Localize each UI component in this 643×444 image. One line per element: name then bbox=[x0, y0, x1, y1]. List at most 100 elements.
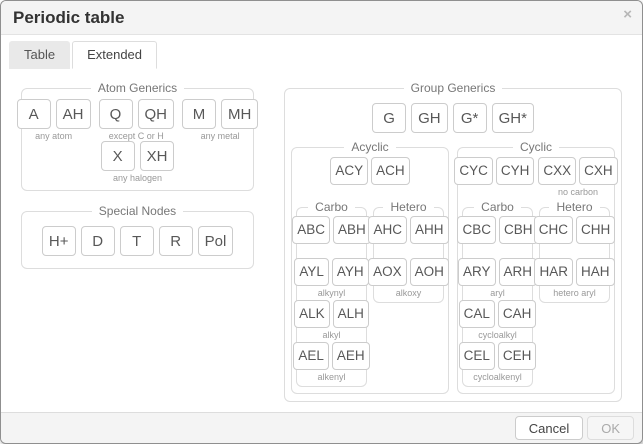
pair-label-alkynyl: alkynyl bbox=[318, 288, 346, 298]
button-arh[interactable]: ARH bbox=[499, 258, 538, 286]
button-gh[interactable]: GH bbox=[411, 103, 448, 133]
button-acy[interactable]: ACY bbox=[330, 157, 368, 185]
cyclic-hetero-legend: Hetero bbox=[549, 200, 599, 214]
cyclic-hetero-stack: CHC CHH HAR HAH bbox=[543, 216, 606, 298]
pair-alkynyl: AYL AYH alkynyl bbox=[294, 258, 368, 298]
tab-bar: Table Extended bbox=[1, 35, 642, 69]
button-hah[interactable]: HAH bbox=[576, 258, 615, 286]
button-r[interactable]: R bbox=[159, 226, 193, 256]
button-cxh[interactable]: CXH bbox=[579, 157, 618, 185]
cyclic-top-row: CYC CYH CXX CXH no carbon bbox=[462, 157, 610, 197]
button-ceh[interactable]: CEH bbox=[498, 342, 537, 370]
pair-any-halogen: X XH any halogen bbox=[101, 141, 175, 183]
button-abc[interactable]: ABC bbox=[292, 216, 330, 244]
tab-extended[interactable]: Extended bbox=[72, 41, 157, 69]
pair-cycloalkenyl: CEL CEH cycloalkenyl bbox=[459, 342, 537, 382]
button-xh[interactable]: XH bbox=[140, 141, 175, 171]
pair-label-any-metal: any metal bbox=[201, 131, 240, 141]
group-generics-legend: Group Generics bbox=[404, 81, 503, 95]
button-alh[interactable]: ALH bbox=[333, 300, 369, 328]
button-aeh[interactable]: AEH bbox=[332, 342, 370, 370]
acyclic-carbo-fieldset: Carbo ABC ABH bbox=[296, 200, 367, 387]
cyclic-carbo-stack: CBC CBH ARY ARH bbox=[466, 216, 529, 382]
pair-label-except-c-or-h: except C or H bbox=[109, 131, 164, 141]
pair-label-alkoxy: alkoxy bbox=[396, 288, 422, 298]
right-column: Group Generics G GH G* GH* Acyclic ACY bbox=[284, 81, 622, 402]
button-x[interactable]: X bbox=[101, 141, 135, 171]
pair-label-any-atom: any atom bbox=[35, 131, 72, 141]
button-m[interactable]: M bbox=[182, 99, 216, 129]
button-mh[interactable]: MH bbox=[221, 99, 258, 129]
button-cbh[interactable]: CBH bbox=[499, 216, 538, 244]
button-q[interactable]: Q bbox=[99, 99, 133, 129]
cancel-button[interactable]: Cancel bbox=[515, 416, 583, 440]
button-ah[interactable]: AH bbox=[56, 99, 91, 129]
button-ary[interactable]: ARY bbox=[458, 258, 496, 286]
pair-label-alkenyl: alkenyl bbox=[318, 372, 346, 382]
acyclic-legend: Acyclic bbox=[344, 140, 395, 154]
button-cel[interactable]: CEL bbox=[459, 342, 495, 370]
dialog-title: Periodic table bbox=[13, 8, 124, 27]
atom-generics-fieldset: Atom Generics A AH any atom Q QH bbox=[21, 81, 254, 191]
pair-label-any-halogen: any halogen bbox=[113, 173, 162, 183]
button-aox[interactable]: AOX bbox=[368, 258, 407, 286]
cyclic-hetero-fieldset: Hetero CHC CHH bbox=[539, 200, 610, 303]
button-g-star[interactable]: G* bbox=[453, 103, 487, 133]
button-d[interactable]: D bbox=[81, 226, 115, 256]
button-pol[interactable]: Pol bbox=[198, 226, 234, 256]
pair-acy: ACY ACH bbox=[330, 157, 409, 197]
button-t[interactable]: T bbox=[120, 226, 154, 256]
pair-label-aryl: aryl bbox=[490, 288, 505, 298]
button-cal[interactable]: CAL bbox=[459, 300, 495, 328]
button-aoh[interactable]: AOH bbox=[410, 258, 449, 286]
button-chh[interactable]: CHH bbox=[576, 216, 615, 244]
button-ahc[interactable]: AHC bbox=[368, 216, 407, 244]
cyclic-carbo-fieldset: Carbo CBC CBH bbox=[462, 200, 533, 387]
pair-no-carbon: CXX CXH no carbon bbox=[538, 157, 617, 197]
button-har[interactable]: HAR bbox=[534, 258, 573, 286]
button-ayl[interactable]: AYL bbox=[294, 258, 329, 286]
button-gh-star[interactable]: GH* bbox=[492, 103, 534, 133]
close-icon[interactable]: × bbox=[623, 6, 632, 23]
button-cbc[interactable]: CBC bbox=[457, 216, 496, 244]
tab-table[interactable]: Table bbox=[9, 41, 70, 69]
pair-label-hetero-aryl: hetero aryl bbox=[553, 288, 596, 298]
button-a[interactable]: A bbox=[17, 99, 51, 129]
group-generics-columns: Acyclic ACY ACH bbox=[291, 140, 615, 394]
pair-alkenyl: AEL AEH alkenyl bbox=[293, 342, 369, 382]
atom-generics-row-1: A AH any atom Q QH except C or H bbox=[28, 99, 247, 141]
button-qh[interactable]: QH bbox=[138, 99, 175, 129]
ok-button[interactable]: OK bbox=[587, 416, 634, 440]
special-nodes-legend: Special Nodes bbox=[92, 204, 183, 218]
special-nodes-fieldset: Special Nodes H+ D T R Pol bbox=[21, 204, 254, 269]
acyclic-subcolumns: Carbo ABC ABH bbox=[296, 200, 444, 387]
pair-cyc: CYC CYH bbox=[454, 157, 534, 197]
button-ael[interactable]: AEL bbox=[293, 342, 329, 370]
button-ach[interactable]: ACH bbox=[371, 157, 410, 185]
button-cyc[interactable]: CYC bbox=[454, 157, 493, 185]
acyclic-hetero-fieldset: Hetero AHC AHH bbox=[373, 200, 444, 303]
button-cah[interactable]: CAH bbox=[498, 300, 537, 328]
pair-abc: ABC ABH bbox=[292, 216, 371, 256]
button-alk[interactable]: ALK bbox=[294, 300, 330, 328]
pair-any-atom: A AH any atom bbox=[17, 99, 91, 141]
acyclic-hetero-stack: AHC AHH AOX AOH bbox=[377, 216, 440, 298]
button-abh[interactable]: ABH bbox=[333, 216, 371, 244]
button-g[interactable]: G bbox=[372, 103, 406, 133]
periodic-table-dialog: Periodic table × Table Extended Atom Gen… bbox=[0, 0, 643, 444]
dialog-header: Periodic table × bbox=[1, 1, 642, 35]
left-column: Atom Generics A AH any atom Q QH bbox=[21, 81, 254, 269]
button-ayh[interactable]: AYH bbox=[332, 258, 369, 286]
acyclic-carbo-legend: Carbo bbox=[308, 200, 355, 214]
cyclic-subcolumns: Carbo CBC CBH bbox=[462, 200, 610, 387]
button-ahh[interactable]: AHH bbox=[410, 216, 449, 244]
dialog-content: Atom Generics A AH any atom Q QH bbox=[1, 69, 642, 412]
button-cxx[interactable]: CXX bbox=[538, 157, 576, 185]
button-cyh[interactable]: CYH bbox=[496, 157, 535, 185]
pair-aryl: ARY ARH aryl bbox=[458, 258, 537, 298]
cyclic-fieldset: Cyclic CYC CYH CXX bbox=[457, 140, 615, 394]
acyclic-carbo-stack: ABC ABH AYL AYH bbox=[300, 216, 363, 382]
pair-alkoxy: AOX AOH alkoxy bbox=[368, 258, 449, 298]
button-h-plus[interactable]: H+ bbox=[42, 226, 76, 256]
button-chc[interactable]: CHC bbox=[534, 216, 573, 244]
